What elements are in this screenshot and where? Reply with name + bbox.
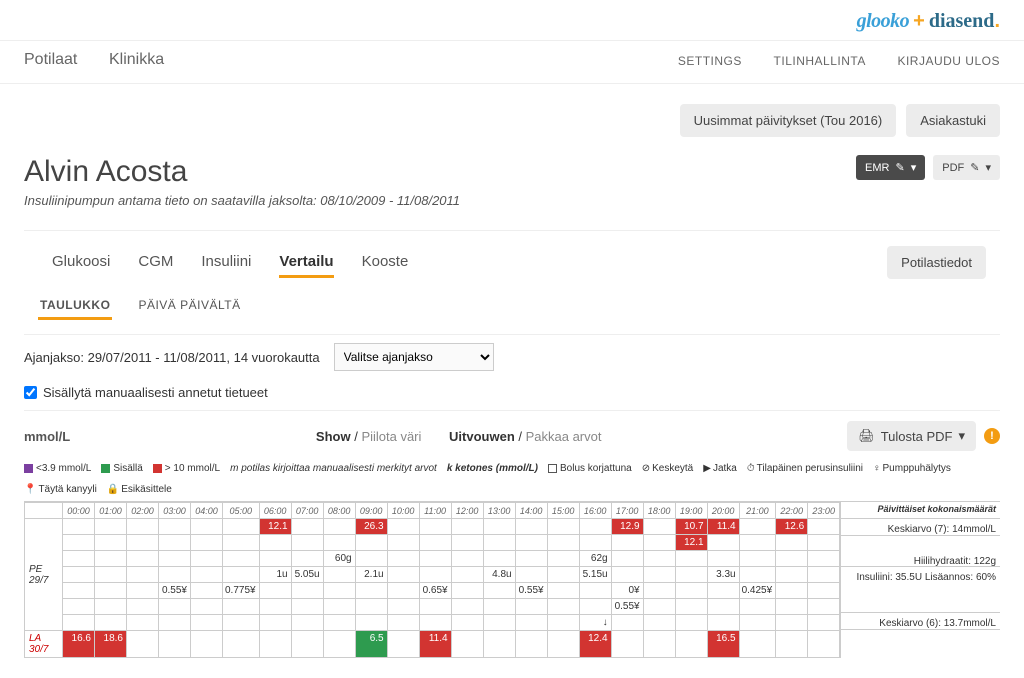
warning-icon[interactable]: ! — [984, 428, 1000, 444]
hide-color-link[interactable]: Piilota väri — [361, 429, 421, 444]
tab-insulin[interactable]: Insuliini — [187, 243, 265, 282]
include-manual-label: Sisällytä manuaalisesti annetut tietueet — [43, 385, 268, 400]
tab-cgm[interactable]: CGM — [124, 243, 187, 282]
brand-logo: glooko+diasend. — [857, 10, 1000, 34]
caret-down-icon: ▾ — [985, 161, 991, 174]
day-label: PE 29/7 — [25, 519, 63, 631]
nav-patients[interactable]: Potilaat — [24, 51, 77, 68]
pdf-button[interactable]: PDF✎▾ — [933, 155, 1000, 180]
patient-name: Alvin Acosta — [24, 155, 460, 189]
latest-updates-button[interactable]: Uusimmat päivitykset (Tou 2016) — [680, 104, 897, 137]
caret-down-icon: ▾ — [911, 161, 917, 174]
pencil-icon: ✎ — [896, 161, 905, 174]
caret-down-icon: ▾ — [958, 428, 965, 444]
summary-avg-2: Keskiarvo (6): 13.7mmol/L — [841, 613, 1000, 630]
subtab-table[interactable]: TAULUKKO — [38, 288, 112, 324]
subtab-day-by-day[interactable]: PÄIVÄ PÄIVÄLTÄ — [136, 288, 242, 324]
legend: <3.9 mmol/L Sisällä > 10 mmol/L m potila… — [24, 461, 1000, 501]
range-label: Ajanjakso: 29/07/2011 - 11/08/2011, 14 v… — [24, 350, 320, 365]
print-pdf-button[interactable]: 🖨 Tulosta PDF ▾ — [847, 421, 976, 451]
tab-compare[interactable]: Vertailu — [265, 243, 347, 282]
summary-avg: Keskiarvo (7): 14mmol/L — [841, 519, 1000, 536]
tab-summary[interactable]: Kooste — [348, 243, 423, 282]
range-select[interactable]: Valitse ajanjakso — [334, 343, 494, 371]
print-icon: 🖨 — [858, 428, 875, 444]
nav-settings[interactable]: SETTINGS — [678, 54, 742, 68]
nav-account[interactable]: TILINHALLINTA — [774, 54, 866, 68]
day-label: LA 30/7 — [25, 631, 63, 658]
summary-carbs: Hiilihydraatit: 122g — [841, 536, 1000, 567]
support-button[interactable]: Asiakastuki — [906, 104, 1000, 137]
nav-clinic[interactable]: Klinikka — [109, 51, 164, 68]
include-manual-checkbox[interactable] — [24, 386, 37, 399]
pack-link[interactable]: Pakkaa arvot — [526, 429, 602, 444]
data-range-subtitle: Insuliinipumpun antama tieto on saatavil… — [24, 193, 460, 208]
expand-link[interactable]: Uitvouwen — [449, 429, 515, 444]
pencil-icon: ✎ — [970, 161, 979, 174]
emr-button[interactable]: EMR✎▾ — [856, 155, 925, 180]
summary-insulin: Insuliini: 35.5U Lisäannos: 60% — [841, 567, 1000, 613]
tab-glucose[interactable]: Glukoosi — [38, 243, 124, 282]
unit-label: mmol/L — [24, 429, 70, 444]
patient-info-button[interactable]: Potilastiedot — [887, 246, 986, 279]
nav-logout[interactable]: KIRJAUDU ULOS — [897, 54, 1000, 68]
show-link[interactable]: Show — [316, 429, 351, 444]
comparison-table: 00:0001:0002:0003:0004:0005:0006:0007:00… — [24, 502, 840, 658]
